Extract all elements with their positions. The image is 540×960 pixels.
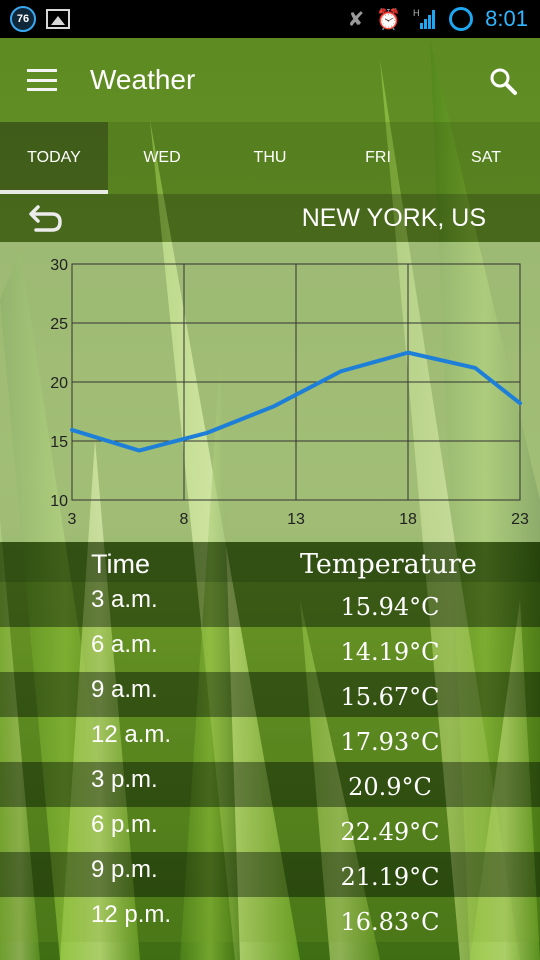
back-icon[interactable]	[28, 203, 64, 233]
temp-cell: 16.83°C	[340, 907, 440, 936]
page-title: Weather	[90, 64, 196, 95]
tab-label: WED	[143, 149, 181, 166]
temp-cell: 20.9°C	[348, 772, 432, 801]
tab-sat[interactable]: SAT	[432, 122, 540, 194]
table-body: 3 a.m. 15.94°C 6 a.m. 14.19°C 9 a.m. 15.67°…	[0, 582, 540, 942]
x-tick-label: 18	[399, 511, 417, 528]
table-row: 12 p.m. 16.83°C	[0, 897, 540, 942]
table-row: 6 a.m. 14.19°C	[0, 627, 540, 672]
y-tick-label: 30	[50, 257, 68, 274]
tab-thu[interactable]: THU	[216, 122, 324, 194]
table-row: 6 p.m. 22.49°C	[0, 807, 540, 852]
location-label: NEW YORK, US	[301, 203, 486, 232]
time-cell: 3 a.m.	[91, 585, 158, 613]
menu-icon[interactable]	[27, 69, 57, 91]
tab-label: FRI	[365, 149, 391, 166]
image-notification-icon	[46, 9, 70, 29]
table-row: 9 p.m. 21.19°C	[0, 852, 540, 897]
temp-cell: 21.19°C	[340, 862, 440, 891]
network-type-label: H	[413, 8, 420, 18]
table-row: 3 p.m. 20.9°C	[0, 762, 540, 807]
table-row: 12 a.m. 17.93°C	[0, 717, 540, 762]
time-cell: 9 p.m.	[91, 855, 158, 883]
temperature-line-chart: 10 15 20 25 30 3 8 13 18 23	[50, 257, 529, 528]
tab-label: THU	[253, 149, 287, 166]
table-header: Time Temperature	[0, 542, 540, 582]
hourly-table: Time Temperature 3 a.m. 15.94°C 6 a.m. 14.…	[0, 542, 540, 960]
table-row: 3 a.m. 15.94°C	[0, 582, 540, 627]
sync-icon	[449, 7, 474, 31]
y-tick-label: 20	[50, 375, 68, 392]
time-cell: 12 p.m.	[91, 900, 172, 928]
temp-cell: 15.94°C	[340, 592, 440, 621]
x-tick-label: 3	[68, 511, 77, 528]
time-cell: 9 a.m.	[91, 675, 158, 703]
notification-badge: 76	[10, 6, 36, 32]
y-tick-label: 10	[50, 493, 68, 510]
signal-icon: H	[413, 8, 436, 29]
x-tick-label: 8	[180, 511, 189, 528]
time-cell: 12 a.m.	[91, 720, 172, 748]
temperature-column-header: Temperature	[300, 549, 477, 580]
tab-label: SAT	[471, 149, 501, 166]
clock: 8:01	[485, 6, 528, 31]
temp-cell: 15.67°C	[340, 682, 440, 711]
y-tick-label: 25	[50, 316, 68, 333]
tab-fri[interactable]: FRI	[324, 122, 432, 194]
x-tick-label: 23	[511, 511, 529, 528]
x-tick-label: 13	[287, 511, 305, 528]
tab-today[interactable]: TODAY	[0, 122, 108, 194]
search-icon[interactable]	[488, 66, 518, 96]
temperature-chart: 10 15 20 25 30 3 8 13 18 23	[0, 242, 540, 542]
time-cell: 3 p.m.	[91, 765, 158, 793]
status-bar: 76 ✘ ⏰ H 8:01	[0, 0, 540, 38]
time-column-header: Time	[91, 549, 150, 579]
action-bar: Weather	[0, 38, 540, 122]
temp-cell: 22.49°C	[340, 817, 440, 846]
location-bar: NEW YORK, US	[0, 194, 540, 242]
time-cell: 6 p.m.	[91, 810, 158, 838]
time-cell: 6 a.m.	[91, 630, 158, 658]
table-row: 9 a.m. 15.67°C	[0, 672, 540, 717]
day-tabs: TODAY WED THU FRI SAT	[0, 122, 540, 194]
temp-cell: 17.93°C	[340, 727, 440, 756]
tab-wed[interactable]: WED	[108, 122, 216, 194]
tab-label: TODAY	[27, 149, 81, 166]
alarm-icon: ⏰	[376, 8, 402, 31]
y-tick-label: 15	[50, 434, 68, 451]
mute-icon: ✘	[347, 8, 365, 31]
temp-cell: 14.19°C	[340, 637, 440, 666]
